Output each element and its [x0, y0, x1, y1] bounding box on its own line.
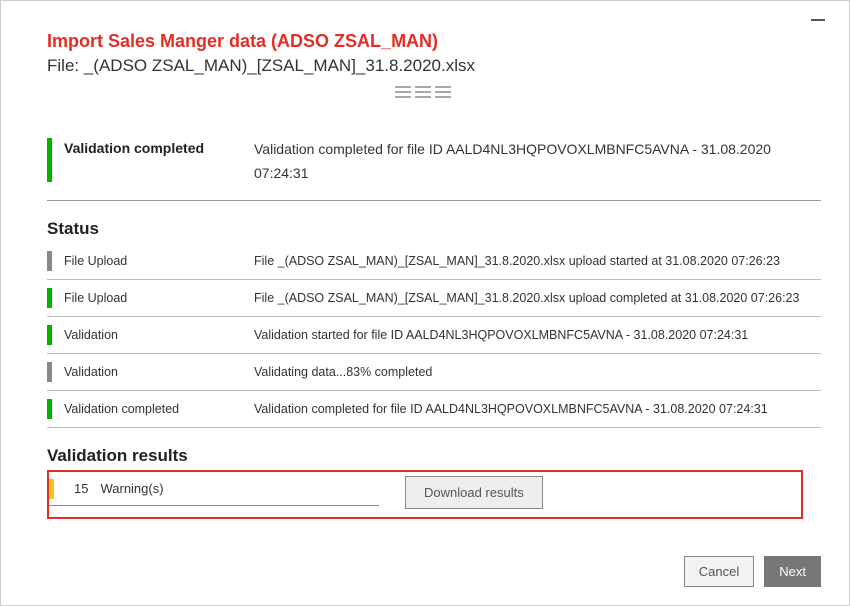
- status-row: ValidationValidating data...83% complete…: [47, 354, 821, 391]
- warning-summary: 15 Warning(s): [49, 479, 379, 506]
- status-bar-icon: [47, 399, 52, 419]
- status-row-label: Validation: [64, 328, 254, 342]
- status-bar-icon: [47, 251, 52, 271]
- status-row-label: Validation: [64, 365, 254, 379]
- summary-text: Validation completed for file ID AALD4NL…: [254, 138, 821, 186]
- status-row-description: Validating data...83% completed: [254, 365, 821, 379]
- status-row-description: Validation started for file ID AALD4NL3H…: [254, 328, 821, 342]
- status-row: File UploadFile _(ADSO ZSAL_MAN)_[ZSAL_M…: [47, 243, 821, 280]
- cancel-button[interactable]: Cancel: [684, 556, 754, 587]
- status-list: File UploadFile _(ADSO ZSAL_MAN)_[ZSAL_M…: [25, 243, 825, 428]
- download-results-button[interactable]: Download results: [405, 476, 543, 509]
- next-button[interactable]: Next: [764, 556, 821, 587]
- dialog-title: Import Sales Manger data (ADSO ZSAL_MAN): [47, 31, 825, 52]
- status-row: File UploadFile _(ADSO ZSAL_MAN)_[ZSAL_M…: [47, 280, 821, 317]
- status-bar-icon: [47, 288, 52, 308]
- status-bar-icon: [47, 362, 52, 382]
- status-row: Validation completedValidation completed…: [47, 391, 821, 428]
- warning-count: 15: [74, 481, 88, 496]
- warning-bar-icon: [49, 479, 54, 499]
- validation-summary: Validation completed Validation complete…: [47, 128, 821, 201]
- status-row: ValidationValidation started for file ID…: [47, 317, 821, 354]
- status-row-description: File _(ADSO ZSAL_MAN)_[ZSAL_MAN]_31.8.20…: [254, 254, 821, 268]
- status-row-label: Validation completed: [64, 402, 254, 416]
- results-section-title: Validation results: [47, 446, 825, 466]
- status-section-title: Status: [47, 219, 825, 239]
- status-bar-icon: [47, 325, 52, 345]
- status-row-label: File Upload: [64, 291, 254, 305]
- summary-label: Validation completed: [64, 138, 254, 156]
- status-bar-icon: [47, 138, 52, 182]
- validation-results-box: 15 Warning(s) Download results: [47, 470, 803, 519]
- warning-label: Warning(s): [100, 481, 163, 496]
- dialog-footer: Cancel Next: [684, 556, 821, 587]
- status-row-label: File Upload: [64, 254, 254, 268]
- status-row-description: Validation completed for file ID AALD4NL…: [254, 402, 821, 416]
- data-preview-icon: [395, 86, 455, 98]
- minimize-icon[interactable]: [811, 19, 825, 21]
- import-dialog: Import Sales Manger data (ADSO ZSAL_MAN)…: [0, 0, 850, 606]
- status-row-description: File _(ADSO ZSAL_MAN)_[ZSAL_MAN]_31.8.20…: [254, 291, 821, 305]
- file-name-line: File: _(ADSO ZSAL_MAN)_[ZSAL_MAN]_31.8.2…: [47, 56, 825, 76]
